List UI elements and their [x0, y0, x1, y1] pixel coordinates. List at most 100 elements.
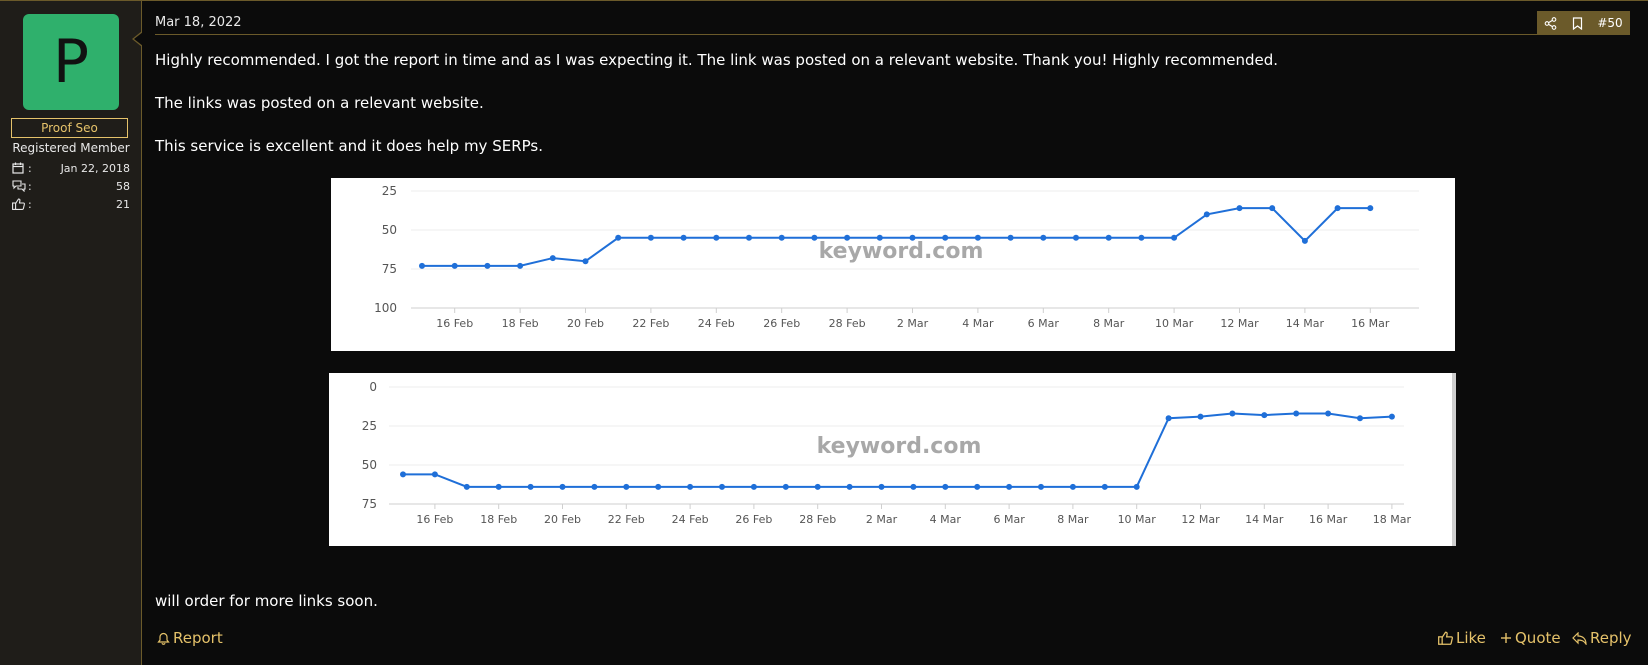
- x-tick-label: 10 Mar: [1155, 317, 1194, 330]
- data-point: [811, 234, 818, 241]
- data-point: [1105, 234, 1112, 241]
- x-tick-label: 18 Feb: [502, 317, 539, 330]
- thumbs-up-icon: [12, 198, 25, 210]
- x-tick-label: 28 Feb: [799, 513, 836, 526]
- data-point: [1165, 415, 1172, 422]
- like-label: Like: [1456, 629, 1486, 647]
- data-point: [647, 234, 654, 241]
- watermark: keyword.com: [817, 434, 982, 459]
- data-point: [1006, 483, 1013, 490]
- y-tick-label: 25: [362, 419, 377, 433]
- post-actions: #50: [1537, 11, 1630, 35]
- watermark: keyword.com: [819, 239, 984, 264]
- data-point: [495, 483, 502, 490]
- ranking-chart-2[interactable]: 0 25 50 75 keyword.com 16 Feb 18 Feb 20 Feb 22 F…: [329, 373, 1456, 546]
- x-tick-label: 8 Mar: [1057, 513, 1089, 526]
- plus-icon: [1501, 633, 1511, 643]
- data-point: [400, 471, 406, 478]
- reply-label: Reply: [1590, 629, 1632, 647]
- post-number-link[interactable]: #50: [1597, 16, 1622, 30]
- x-tick-label: 14 Mar: [1245, 513, 1284, 526]
- x-tick-label: 4 Mar: [930, 513, 962, 526]
- data-point: [1171, 234, 1178, 241]
- bell-icon: [157, 632, 170, 645]
- data-point: [878, 483, 885, 490]
- data-point: [1073, 234, 1079, 241]
- joined-date: Jan 22, 2018: [60, 162, 130, 175]
- bookmark-icon[interactable]: [1572, 16, 1583, 30]
- x-tick-label: 16 Feb: [436, 317, 473, 330]
- report-label: Report: [173, 629, 223, 647]
- data-point: [1325, 410, 1332, 417]
- data-point: [1133, 483, 1140, 490]
- data-point: [1334, 205, 1341, 212]
- data-point: [1261, 412, 1268, 419]
- share-icon[interactable]: [1544, 16, 1557, 30]
- data-point: [623, 483, 630, 490]
- data-point: [974, 234, 981, 241]
- data-point: [909, 234, 916, 241]
- quote-button[interactable]: Quote: [1500, 629, 1561, 647]
- header-divider: [155, 34, 1630, 35]
- data-point: [463, 483, 470, 490]
- y-tick-label: 100: [374, 301, 397, 315]
- data-point: [591, 483, 598, 490]
- data-point: [1236, 205, 1243, 212]
- y-tick-label: 0: [369, 380, 377, 394]
- x-tick-label: 12 Mar: [1181, 513, 1220, 526]
- data-point: [1007, 234, 1014, 241]
- data-point: [1040, 234, 1047, 241]
- x-tick-label: 10 Mar: [1118, 513, 1157, 526]
- ranking-chart-1[interactable]: 25 50 75 100 keyword.com 16 Feb 18 Feb 20 Feb 22…: [331, 178, 1455, 351]
- x-tick-label: 24 Feb: [672, 513, 709, 526]
- x-tick-label: 6 Mar: [1028, 317, 1060, 330]
- username-badge[interactable]: Proof Seo: [11, 118, 128, 138]
- data-point: [1069, 483, 1076, 490]
- data-point: [1357, 415, 1363, 422]
- reaction-count: 21: [116, 198, 130, 211]
- x-tick-label: 26 Feb: [763, 317, 800, 330]
- data-point: [942, 483, 949, 490]
- data-point: [484, 262, 491, 269]
- data-point: [527, 483, 534, 490]
- x-tick-label: 2 Mar: [866, 513, 898, 526]
- x-tick-label: 14 Mar: [1286, 317, 1325, 330]
- reply-button[interactable]: Reply: [1572, 629, 1632, 647]
- data-point: [1269, 205, 1276, 212]
- data-point: [687, 483, 694, 490]
- y-tick-label: 75: [362, 497, 377, 511]
- data-point: [844, 234, 851, 241]
- data-point: [1101, 483, 1108, 490]
- data-point: [549, 255, 556, 262]
- data-point: [942, 234, 949, 241]
- data-point: [451, 262, 458, 269]
- post-date[interactable]: Mar 18, 2022: [155, 15, 242, 30]
- x-tick-label: 4 Mar: [962, 317, 994, 330]
- x-tick-label: 26 Feb: [735, 513, 772, 526]
- data-point: [517, 262, 524, 269]
- y-tick-label: 75: [382, 262, 397, 276]
- stat-joined: : Jan 22, 2018: [12, 162, 130, 178]
- data-point: [615, 234, 622, 241]
- x-tick-label: 18 Mar: [1373, 513, 1412, 526]
- post-paragraph-2: The links was posted on a relevant websi…: [155, 94, 484, 112]
- data-point: [782, 483, 789, 490]
- x-tick-label: 18 Feb: [480, 513, 517, 526]
- data-point: [713, 234, 720, 241]
- data-point: [746, 234, 752, 241]
- avatar[interactable]: P: [23, 14, 119, 110]
- x-tick-label: 28 Feb: [829, 317, 866, 330]
- data-point: [750, 483, 757, 490]
- calendar-icon: [12, 162, 24, 174]
- report-link[interactable]: Report: [157, 629, 223, 647]
- like-button[interactable]: Like: [1438, 629, 1486, 647]
- data-point: [419, 262, 425, 269]
- data-point: [1197, 413, 1204, 420]
- x-tick-label: 16 Mar: [1351, 317, 1390, 330]
- x-tick-label: 16 Feb: [416, 513, 453, 526]
- stat-messages: : 58: [12, 180, 130, 196]
- data-point: [719, 483, 725, 490]
- data-point: [974, 483, 981, 490]
- x-tick-label: 6 Mar: [993, 513, 1025, 526]
- data-point: [1203, 211, 1210, 218]
